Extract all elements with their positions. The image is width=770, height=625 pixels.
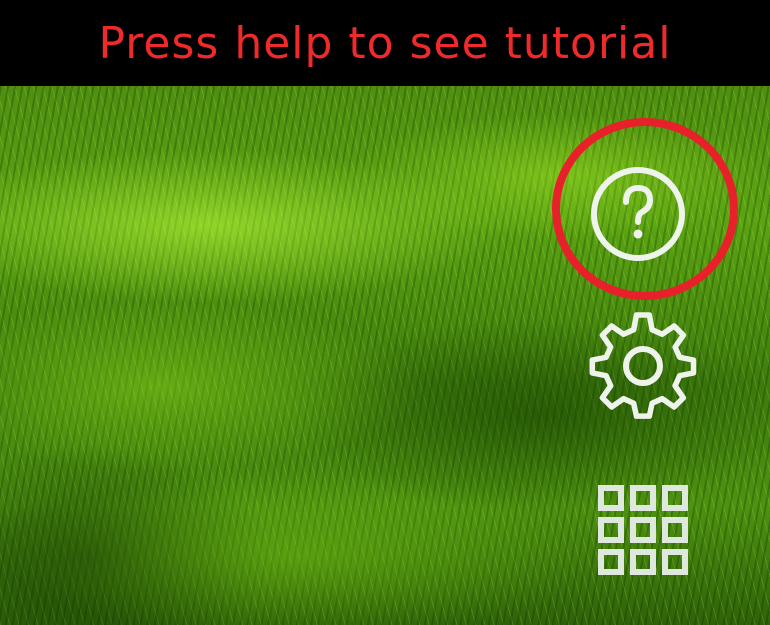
gear-icon [589, 312, 697, 419]
screen: Press help to see tutorial [0, 0, 770, 625]
banner-text: Press help to see tutorial [98, 17, 672, 69]
help-icon [591, 167, 685, 261]
help-button[interactable] [584, 160, 692, 268]
apps-grid-button[interactable] [596, 483, 690, 577]
settings-button[interactable] [584, 308, 702, 426]
tutorial-banner: Press help to see tutorial [0, 0, 770, 86]
apps-grid-icon [598, 485, 688, 575]
